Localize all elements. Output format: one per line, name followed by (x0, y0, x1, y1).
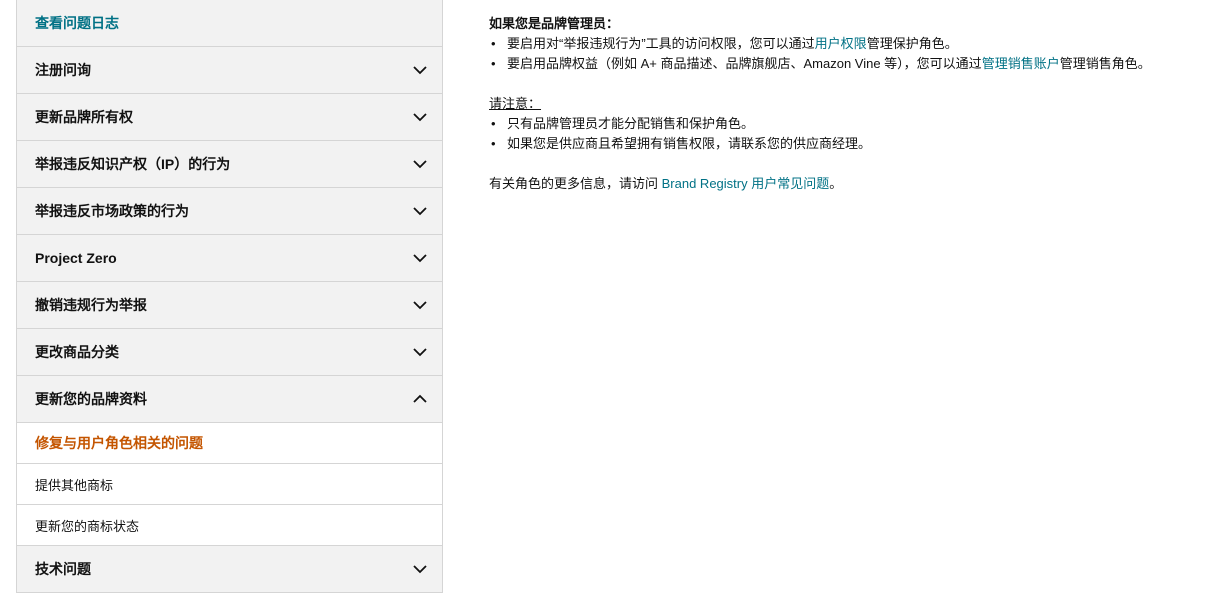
nav-label: 更新您的品牌资料 (35, 391, 147, 407)
nav-label: Project Zero (35, 250, 117, 266)
brand-registry-faq-link[interactable]: Brand Registry 用户常见问题 (662, 176, 830, 191)
chevron-down-icon (413, 66, 427, 75)
note-list: 只有品牌管理员才能分配销售和保护角色。 如果您是供应商且希望拥有销售权限，请联系… (489, 114, 1207, 154)
manage-selling-accounts-link[interactable]: 管理销售账户 (982, 56, 1060, 71)
note-heading: 请注意： (489, 96, 542, 111)
nav-label: 更改商品分类 (35, 344, 119, 360)
chevron-down-icon (413, 565, 427, 574)
nav-label: 更新品牌所有权 (35, 109, 133, 125)
subnav-fix-user-role-issues[interactable]: 修复与用户角色相关的问题 (16, 423, 443, 464)
list-item: 只有品牌管理员才能分配销售和保护角色。 (489, 114, 1207, 134)
subnav-update-trademark-status[interactable]: 更新您的商标状态 (16, 505, 443, 546)
nav-update-brand-profile[interactable]: 更新您的品牌资料 (16, 376, 443, 423)
user-permissions-link[interactable]: 用户权限 (815, 36, 867, 51)
more-info-text: 有关角色的更多信息，请访问 Brand Registry 用户常见问题。 (489, 176, 843, 191)
nav-label: 撤销违规行为举报 (35, 297, 147, 313)
nav-technical-issues[interactable]: 技术问题 (16, 546, 443, 593)
chevron-up-icon (413, 394, 427, 403)
chevron-down-icon (413, 113, 427, 122)
nav-label: 注册问询 (35, 62, 91, 78)
subnav-provide-other-trademarks[interactable]: 提供其他商标 (16, 464, 443, 505)
nav-update-brand-ownership[interactable]: 更新品牌所有权 (16, 94, 443, 141)
chevron-down-icon (413, 160, 427, 169)
nav-label: 举报违反市场政策的行为 (35, 203, 189, 219)
nav-registration-inquiry[interactable]: 注册问询 (16, 47, 443, 94)
chevron-down-icon (413, 348, 427, 357)
brand-admin-heading: 如果您是品牌管理员： (489, 16, 620, 31)
brand-admin-list: 要启用对“举报违规行为”工具的访问权限，您可以通过用户权限管理保护角色。 要启用… (489, 34, 1207, 74)
chevron-down-icon (413, 207, 427, 216)
nav-change-product-category[interactable]: 更改商品分类 (16, 329, 443, 376)
list-item: 如果您是供应商且希望拥有销售权限，请联系您的供应商经理。 (489, 134, 1207, 154)
list-item: 要启用品牌权益（例如 A+ 商品描述、品牌旗舰店、Amazon Vine 等），… (489, 54, 1207, 74)
article-content: 如果您是品牌管理员： 要启用对“举报违规行为”工具的访问权限，您可以通过用户权限… (489, 14, 1207, 194)
chevron-down-icon (413, 301, 427, 310)
nav-report-ip-violation[interactable]: 举报违反知识产权（IP）的行为 (16, 141, 443, 188)
nav-label: 举报违反知识产权（IP）的行为 (35, 156, 231, 172)
list-item: 要启用对“举报违规行为”工具的访问权限，您可以通过用户权限管理保护角色。 (489, 34, 1207, 54)
nav-label: 技术问题 (35, 561, 91, 577)
chevron-down-icon (413, 254, 427, 263)
nav-report-policy-violation[interactable]: 举报违反市场政策的行为 (16, 188, 443, 235)
nav-view-issue-log[interactable]: 查看问题日志 (16, 0, 443, 47)
nav-withdraw-report[interactable]: 撤销违规行为举报 (16, 282, 443, 329)
nav-project-zero[interactable]: Project Zero (16, 235, 443, 282)
help-topics-sidebar: 查看问题日志 注册问询 更新品牌所有权 举报违反知识产权（IP）的行为 举报违反… (16, 0, 443, 593)
